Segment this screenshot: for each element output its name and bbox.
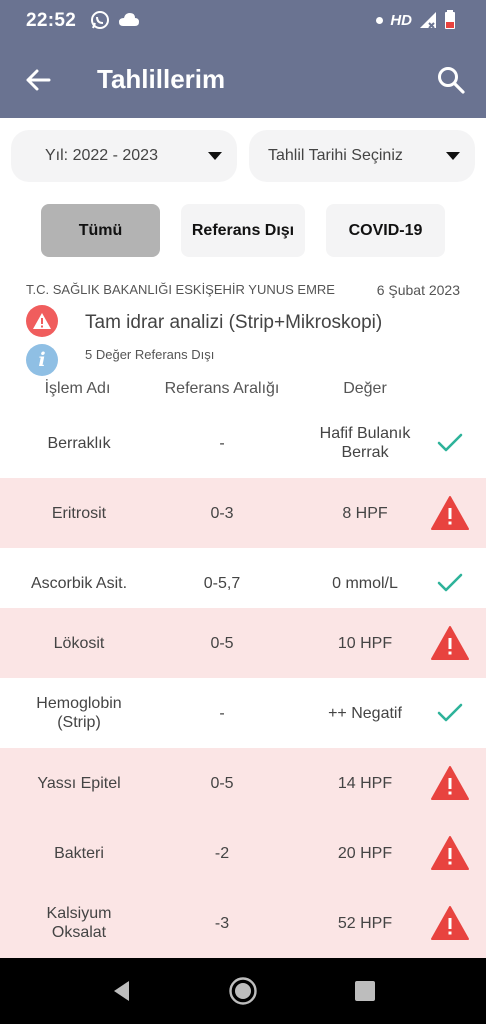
column-header-range: Referans Aralığı	[164, 380, 280, 397]
warning-triangle-icon	[430, 493, 470, 533]
row-value: 14 HPF	[337, 774, 393, 792]
dot-icon	[376, 16, 384, 24]
signal-icon	[420, 12, 436, 29]
recents-square-icon[interactable]	[350, 976, 380, 1006]
info-icon[interactable]: i	[26, 344, 58, 376]
date-dropdown-label: Tahlil Tarihi Seçiniz	[268, 147, 403, 164]
check-icon	[430, 423, 470, 463]
row-name: Yassı Epitel	[37, 774, 121, 792]
table-row: Berraklık - Hafif Bulanık Berrak	[0, 408, 486, 478]
status-time: 22:52	[26, 10, 77, 31]
row-value: 10 HPF	[337, 634, 393, 652]
row-name: Bakteri	[54, 844, 104, 862]
row-range: -	[219, 704, 225, 722]
table-row: Yassı Epitel 0-5 14 HPF	[0, 748, 486, 818]
chevron-down-icon	[446, 152, 460, 160]
status-bar: 22:52 HD	[0, 0, 486, 42]
date-dropdown[interactable]: Tahlil Tarihi Seçiniz	[249, 130, 475, 182]
row-range: -2	[214, 844, 230, 862]
whatsapp-icon	[91, 11, 109, 29]
row-name: Hemoglobin (Strip)	[36, 695, 122, 731]
row-name: Berraklık	[47, 434, 111, 452]
warning-triangle-icon	[430, 903, 470, 943]
row-value: ++ Negatif	[328, 704, 402, 722]
row-range: 0-3	[210, 504, 234, 522]
warning-triangle-icon	[430, 833, 470, 873]
row-range: 0-5	[210, 774, 234, 792]
app-bar: Tahlillerim	[0, 42, 486, 118]
home-circle-icon[interactable]	[228, 976, 258, 1006]
table-row: Hemoglobin (Strip) - ++ Negatif	[0, 678, 486, 748]
row-value: Hafif Bulanık Berrak	[319, 425, 411, 461]
network-label: HD	[390, 11, 412, 29]
row-range: -3	[214, 914, 230, 932]
year-dropdown[interactable]: Yıl: 2022 - 2023	[11, 130, 237, 182]
table-row: Bakteri -2 20 HPF	[0, 818, 486, 888]
back-arrow-icon[interactable]	[24, 66, 52, 94]
page-title: Tahlillerim	[97, 64, 226, 94]
year-dropdown-label: Yıl: 2022 - 2023	[45, 147, 158, 164]
warning-triangle-icon	[430, 623, 470, 663]
table-row: Kalsiyum Oksalat -3 52 HPF	[0, 888, 486, 958]
row-range: 0-5	[210, 634, 234, 652]
row-value: 20 HPF	[337, 844, 393, 862]
system-nav-bar	[0, 958, 486, 1024]
tab-all[interactable]: Tümü	[41, 204, 160, 257]
row-value: 8 HPF	[342, 504, 388, 522]
cloud-icon	[119, 13, 139, 26]
warning-circle-icon	[26, 305, 58, 337]
battery-icon	[445, 10, 455, 29]
tab-out-of-range[interactable]: Referans Dışı	[181, 204, 305, 257]
column-header-name: İşlem Adı	[44, 380, 111, 397]
row-name: Kalsiyum Oksalat	[46, 905, 112, 941]
column-header-value: Değer	[343, 380, 387, 397]
chevron-down-icon	[208, 152, 222, 160]
out-of-range-count: 5 Değer Referans Dışı	[85, 347, 215, 362]
check-icon	[430, 693, 470, 733]
table-row: Eritrosit 0-3 8 HPF	[0, 478, 486, 548]
warning-triangle-icon	[430, 763, 470, 803]
hospital-name: T.C. SAĞLIK BAKANLIĞI ESKİŞEHİR YUNUS EM…	[26, 282, 335, 297]
tab-covid[interactable]: COVID-19	[326, 204, 445, 257]
row-name: Eritrosit	[51, 504, 107, 522]
result-date: 6 Şubat 2023	[376, 282, 460, 298]
test-name: Tam idrar analizi (Strip+Mikroskopi)	[85, 312, 383, 333]
search-icon[interactable]	[436, 65, 466, 95]
row-value: 52 HPF	[337, 914, 393, 932]
table-row: Lökosit 0-5 10 HPF	[0, 608, 486, 678]
back-triangle-icon[interactable]	[106, 976, 136, 1006]
row-range: -	[219, 434, 225, 452]
check-icon	[430, 563, 470, 603]
row-name: Lökosit	[53, 634, 105, 652]
